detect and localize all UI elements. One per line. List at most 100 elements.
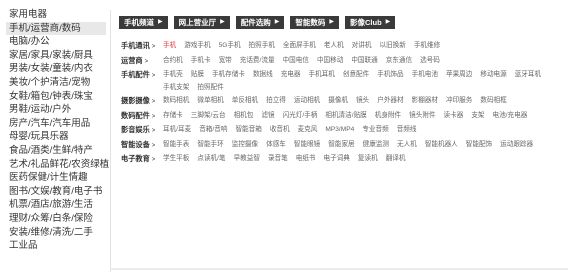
subcategory-link[interactable]: 老人机 (324, 40, 344, 54)
subcategory-link[interactable]: 智能机器人 (425, 139, 458, 153)
subcategory-link[interactable]: 学生平板 (163, 153, 189, 167)
subcategory-link[interactable]: 监控摄像 (232, 139, 258, 153)
subcategory-link[interactable]: 相机清洁/贴膜 (325, 110, 366, 124)
subcategory-link[interactable]: 充话费/流量 (240, 55, 275, 69)
sidebar-category-item[interactable]: 家用电器 (6, 8, 106, 22)
subcategory-link[interactable]: 存储卡 (163, 110, 183, 124)
subcategory-link[interactable]: 苹果周边 (446, 69, 472, 82)
subcategory-link[interactable]: 智能手表 (163, 139, 189, 153)
subcategory-link[interactable]: 手机卡 (191, 55, 211, 69)
subcategory-link[interactable]: 宽带 (219, 55, 232, 69)
subcategory-link[interactable]: 手机电池 (412, 69, 438, 82)
subcategory-heading[interactable]: 智能设备 > (121, 139, 163, 153)
subcategory-link[interactable]: 手机耳机 (309, 69, 335, 82)
sidebar-category-item[interactable]: 安装/维修/清洗/二手 (6, 226, 106, 240)
subcategory-link[interactable]: 手机 (163, 40, 176, 54)
subcategory-link[interactable]: 5G手机 (219, 40, 241, 54)
subcategory-link[interactable]: 录音笔 (268, 153, 288, 167)
subcategory-link[interactable]: 摄像机 (328, 95, 348, 109)
subcategory-link[interactable]: 电池/充电器 (493, 110, 528, 124)
subcategory-link[interactable]: 无人机 (397, 139, 417, 153)
subcategory-link[interactable]: 电子词典 (324, 153, 350, 167)
subcategory-link[interactable]: 中国电信 (283, 55, 309, 69)
subcategory-link[interactable]: 滤镜 (261, 110, 274, 124)
channel-chip[interactable]: 网上营业厅 ▶ (173, 16, 230, 29)
subcategory-link[interactable]: 镜头 (356, 95, 369, 109)
subcategory-link[interactable]: 冲印服务 (446, 95, 472, 109)
subcategory-heading[interactable]: 影音娱乐 > (121, 124, 163, 138)
sidebar-category-item[interactable]: 手机/运营商/数码 (6, 21, 106, 36)
subcategory-link[interactable]: 读卡器 (444, 110, 464, 124)
subcategory-link[interactable]: 拍照手机 (249, 40, 275, 54)
subcategory-link[interactable]: 拍照配件 (197, 82, 223, 95)
subcategory-link[interactable]: 手机饰品 (377, 69, 403, 82)
subcategory-heading[interactable]: 手机通讯 > (121, 40, 163, 54)
subcategory-link[interactable]: 微单相机 (197, 95, 223, 109)
sidebar-category-item[interactable]: 美妆/个护清洁/宠物 (6, 76, 106, 90)
subcategory-link[interactable]: 电纸书 (296, 153, 316, 167)
subcategory-link[interactable]: 专业音频 (362, 124, 388, 138)
subcategory-link[interactable]: 中国移动 (317, 55, 343, 69)
subcategory-link[interactable]: 贴膜 (191, 69, 204, 82)
subcategory-link[interactable]: 游戏手机 (184, 40, 210, 54)
subcategory-link[interactable]: 智能家居 (328, 139, 354, 153)
sidebar-category-item[interactable]: 艺术/礼品鲜花/农资绿植 (6, 158, 109, 172)
subcategory-link[interactable]: 手机壳 (163, 69, 183, 82)
subcategory-link[interactable]: 运动相机 (294, 95, 320, 109)
subcategory-link[interactable]: 智能音箱 (235, 124, 261, 138)
subcategory-link[interactable]: 数据线 (253, 69, 273, 82)
sidebar-category-item[interactable]: 医药保健/计生情趣 (6, 171, 106, 185)
subcategory-link[interactable]: 对讲机 (352, 40, 372, 54)
subcategory-link[interactable]: 机身附件 (375, 110, 401, 124)
subcategory-link[interactable]: 中国联通 (351, 55, 377, 69)
subcategory-link[interactable]: 相机包 (234, 110, 254, 124)
subcategory-link[interactable]: 充电器 (281, 69, 301, 82)
subcategory-link[interactable]: 户外器材 (377, 95, 403, 109)
subcategory-link[interactable]: 数码相机 (163, 95, 189, 109)
subcategory-link[interactable]: 运动跟踪器 (500, 139, 533, 153)
subcategory-link[interactable]: 全面屏手机 (283, 40, 316, 54)
subcategory-link[interactable]: 选号码 (420, 55, 440, 69)
subcategory-link[interactable]: 支架 (471, 110, 484, 124)
subcategory-link[interactable]: MP3/MP4 (325, 124, 354, 138)
sidebar-category-item[interactable]: 机票/酒店/旅游/生活 (6, 198, 106, 212)
subcategory-link[interactable]: 音箱/音响 (199, 124, 227, 138)
subcategory-link[interactable]: 智能眼镜 (294, 139, 320, 153)
subcategory-link[interactable]: 蓝牙耳机 (515, 69, 541, 82)
subcategory-link[interactable]: 翻译机 (386, 153, 406, 167)
subcategory-link[interactable]: 手机维修 (414, 40, 440, 54)
subcategory-link[interactable]: 智能配饰 (466, 139, 492, 153)
sidebar-category-item[interactable]: 房产/汽车/汽车用品 (6, 117, 106, 131)
subcategory-link[interactable]: 移动电源 (480, 69, 506, 82)
sidebar-category-item[interactable]: 食品/酒类/生鲜/特产 (6, 144, 106, 158)
subcategory-link[interactable]: 复读机 (358, 153, 378, 167)
subcategory-link[interactable]: 健康监测 (363, 139, 389, 153)
channel-chip[interactable]: 智能数码 ▶ (290, 16, 339, 29)
subcategory-link[interactable]: 合约机 (163, 55, 183, 69)
sidebar-category-item[interactable]: 家居/家具/家装/厨具 (6, 49, 106, 63)
sidebar-category-item[interactable]: 理财/众筹/白条/保险 (6, 212, 106, 226)
subcategory-link[interactable]: 拍立得 (266, 95, 286, 109)
subcategory-link[interactable]: 单反相机 (232, 95, 258, 109)
subcategory-heading[interactable]: 电子教育 > (121, 153, 163, 167)
subcategory-link[interactable]: 智能手环 (197, 139, 223, 153)
channel-chip[interactable]: 影像Club ▶ (345, 16, 396, 29)
subcategory-link[interactable]: 数码相框 (480, 95, 506, 109)
channel-chip[interactable]: 配件选购 ▶ (235, 16, 285, 29)
channel-chip[interactable]: 手机频道 ▶ (119, 16, 168, 29)
sidebar-category-item[interactable]: 男装/女装/童装/内衣 (6, 62, 106, 76)
subcategory-link[interactable]: 麦克风 (298, 124, 318, 138)
subcategory-link[interactable]: 影棚器材 (412, 95, 438, 109)
subcategory-heading[interactable]: 手机配件 > (121, 69, 163, 94)
sidebar-category-item[interactable]: 工业品 (6, 239, 106, 253)
subcategory-heading[interactable]: 数码配件 > (121, 110, 163, 124)
subcategory-link[interactable]: 点读机/笔 (197, 153, 225, 167)
sidebar-category-item[interactable]: 图书/文娱/教育/电子书 (6, 185, 106, 199)
sidebar-category-item[interactable]: 女鞋/箱包/钟表/珠宝 (6, 90, 106, 104)
subcategory-link[interactable]: 收音机 (270, 124, 290, 138)
subcategory-link[interactable]: 京东通信 (386, 55, 412, 69)
subcategory-link[interactable]: 镜头附件 (409, 110, 435, 124)
subcategory-link[interactable]: 音频线 (397, 124, 417, 138)
subcategory-link[interactable]: 耳机/耳麦 (163, 124, 191, 138)
subcategory-heading[interactable]: 运营商 > (121, 55, 163, 69)
